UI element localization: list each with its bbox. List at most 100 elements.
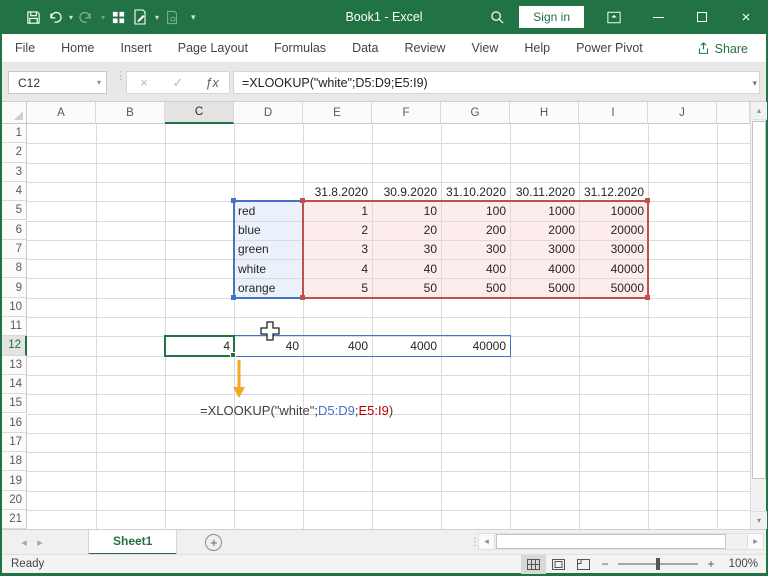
row-header-13[interactable]: 13 <box>2 355 27 375</box>
row-header-14[interactable]: 14 <box>2 374 27 395</box>
grid-cell-f4[interactable]: 30.9.2020 <box>372 182 441 201</box>
cancel-button[interactable]: × <box>131 75 157 90</box>
column-header-b[interactable]: B <box>96 102 165 124</box>
share-button[interactable]: Share <box>687 34 758 63</box>
return-array-range-handle[interactable] <box>645 198 650 204</box>
lookup-array-range-handle[interactable] <box>231 294 236 300</box>
vertical-scrollbar[interactable]: ▴ ▾ <box>750 102 767 529</box>
redo-button[interactable] <box>79 10 94 24</box>
minimize-button[interactable] <box>636 0 680 34</box>
select-all-corner[interactable] <box>2 102 27 124</box>
column-header-d[interactable]: D <box>234 102 303 124</box>
return-array-range-handle[interactable] <box>645 294 650 300</box>
row-header-7[interactable]: 7 <box>2 239 27 260</box>
row-header-17[interactable]: 17 <box>2 432 27 453</box>
next-sheet-arrow-icon[interactable]: ▸ <box>32 536 48 549</box>
redo-chevron-icon[interactable]: ▾ <box>101 13 105 22</box>
page-layout-view-button[interactable] <box>546 555 571 574</box>
column-header-e[interactable]: E <box>303 102 372 124</box>
ribbon-display-options-button[interactable] <box>592 0 636 34</box>
ribbon-tab-page-layout[interactable]: Page Layout <box>165 34 261 63</box>
lookup-array-range-handle[interactable] <box>231 198 236 204</box>
ribbon-tab-file[interactable]: File <box>2 34 48 63</box>
zoom-out-button[interactable]: − <box>596 557 614 571</box>
page-break-preview-button[interactable] <box>571 555 596 574</box>
lookup-array-range[interactable] <box>233 200 304 299</box>
row-header-1[interactable]: 1 <box>2 124 27 144</box>
close-button[interactable]: × <box>724 0 768 34</box>
grid-cell-i4[interactable]: 31.12.2020 <box>579 182 648 201</box>
customize-qat-chevron-icon[interactable]: ▾ <box>191 12 196 23</box>
name-box-chevron-icon[interactable]: ▾ <box>97 78 101 87</box>
save-icon[interactable] <box>26 10 41 25</box>
formula-input[interactable]: =XLOOKUP("white";D5:D9;E5:I9) <box>233 71 760 94</box>
row-header-5[interactable]: 5 <box>2 201 27 221</box>
column-header-partial[interactable] <box>717 102 750 124</box>
column-header-f[interactable]: F <box>372 102 441 124</box>
scroll-down-arrow-icon[interactable]: ▾ <box>751 511 767 529</box>
ribbon-tab-insert[interactable]: Insert <box>108 34 165 63</box>
row-header-18[interactable]: 18 <box>2 452 27 472</box>
grid-view-icon[interactable] <box>111 10 126 25</box>
insert-function-button[interactable]: ƒx <box>199 75 225 90</box>
row-header-16[interactable]: 16 <box>2 413 27 433</box>
column-header-g[interactable]: G <box>441 102 510 124</box>
expand-formula-bar-chevron-icon[interactable]: ▾ <box>752 78 757 89</box>
row-header-11[interactable]: 11 <box>2 317 27 337</box>
ribbon-tab-formulas[interactable]: Formulas <box>261 34 339 63</box>
row-header-9[interactable]: 9 <box>2 278 27 298</box>
ribbon-tab-power-pivot[interactable]: Power Pivot <box>563 34 656 63</box>
row-header-2[interactable]: 2 <box>2 143 27 163</box>
enter-button[interactable]: ✓ <box>165 75 191 91</box>
ribbon-tab-data[interactable]: Data <box>339 34 391 63</box>
row-header-15[interactable]: 15 <box>2 394 27 414</box>
grid-cell-g4[interactable]: 31.10.2020 <box>441 182 510 201</box>
active-cell[interactable] <box>164 335 235 357</box>
row-header-21[interactable]: 21 <box>2 510 27 529</box>
search-icon[interactable] <box>490 10 505 25</box>
horizontal-scrollbar[interactable]: ◂ ▸ <box>478 533 764 550</box>
row-header-6[interactable]: 6 <box>2 220 27 240</box>
ribbon-tab-review[interactable]: Review <box>391 34 458 63</box>
column-header-c[interactable]: C <box>165 102 234 124</box>
sheet-tab-sheet1[interactable]: Sheet1 <box>88 529 178 555</box>
sign-in-button[interactable]: Sign in <box>519 6 584 28</box>
row-header-10[interactable]: 10 <box>2 297 27 317</box>
zoom-slider-thumb[interactable] <box>656 558 660 570</box>
add-sheet-button[interactable]: + <box>205 533 223 551</box>
return-array-range-handle[interactable] <box>300 198 305 204</box>
prev-sheet-arrow-icon[interactable]: ◂ <box>16 536 32 549</box>
grid-cell-e4[interactable]: 31.8.2020 <box>303 182 372 201</box>
scroll-left-arrow-icon[interactable]: ◂ <box>479 534 495 549</box>
ribbon-tab-home[interactable]: Home <box>48 34 107 63</box>
return-array-range[interactable] <box>302 200 649 299</box>
zoom-slider[interactable] <box>618 558 698 570</box>
vertical-scrollbar-thumb[interactable] <box>752 121 766 479</box>
row-header-4[interactable]: 4 <box>2 181 27 202</box>
document-icon[interactable] <box>165 10 179 25</box>
ribbon-tab-view[interactable]: View <box>458 34 511 63</box>
document-edit-icon[interactable] <box>132 9 148 25</box>
row-header-19[interactable]: 19 <box>2 471 27 491</box>
column-header-a[interactable]: A <box>27 102 96 124</box>
scroll-right-arrow-icon[interactable]: ▸ <box>747 534 763 549</box>
row-header-8[interactable]: 8 <box>2 259 27 279</box>
ribbon-tab-help[interactable]: Help <box>511 34 563 63</box>
column-header-j[interactable]: J <box>648 102 717 124</box>
fill-handle[interactable] <box>230 351 236 358</box>
normal-view-button[interactable] <box>521 554 546 574</box>
column-header-i[interactable]: I <box>579 102 648 124</box>
column-header-h[interactable]: H <box>510 102 579 124</box>
scroll-up-arrow-icon[interactable]: ▴ <box>751 102 767 120</box>
undo-button[interactable] <box>47 10 62 24</box>
document-edit-chevron-icon[interactable]: ▾ <box>155 13 159 22</box>
row-header-12[interactable]: 12 <box>2 336 27 356</box>
row-header-3[interactable]: 3 <box>2 162 27 182</box>
undo-chevron-icon[interactable]: ▾ <box>69 13 73 22</box>
horizontal-scrollbar-thumb[interactable] <box>496 534 726 549</box>
maximize-button[interactable] <box>680 0 724 34</box>
grid-cell-h4[interactable]: 30.11.2020 <box>510 182 579 201</box>
name-box[interactable]: C12 ▾ <box>8 71 107 94</box>
return-array-range-handle[interactable] <box>300 294 305 300</box>
row-header-20[interactable]: 20 <box>2 490 27 510</box>
